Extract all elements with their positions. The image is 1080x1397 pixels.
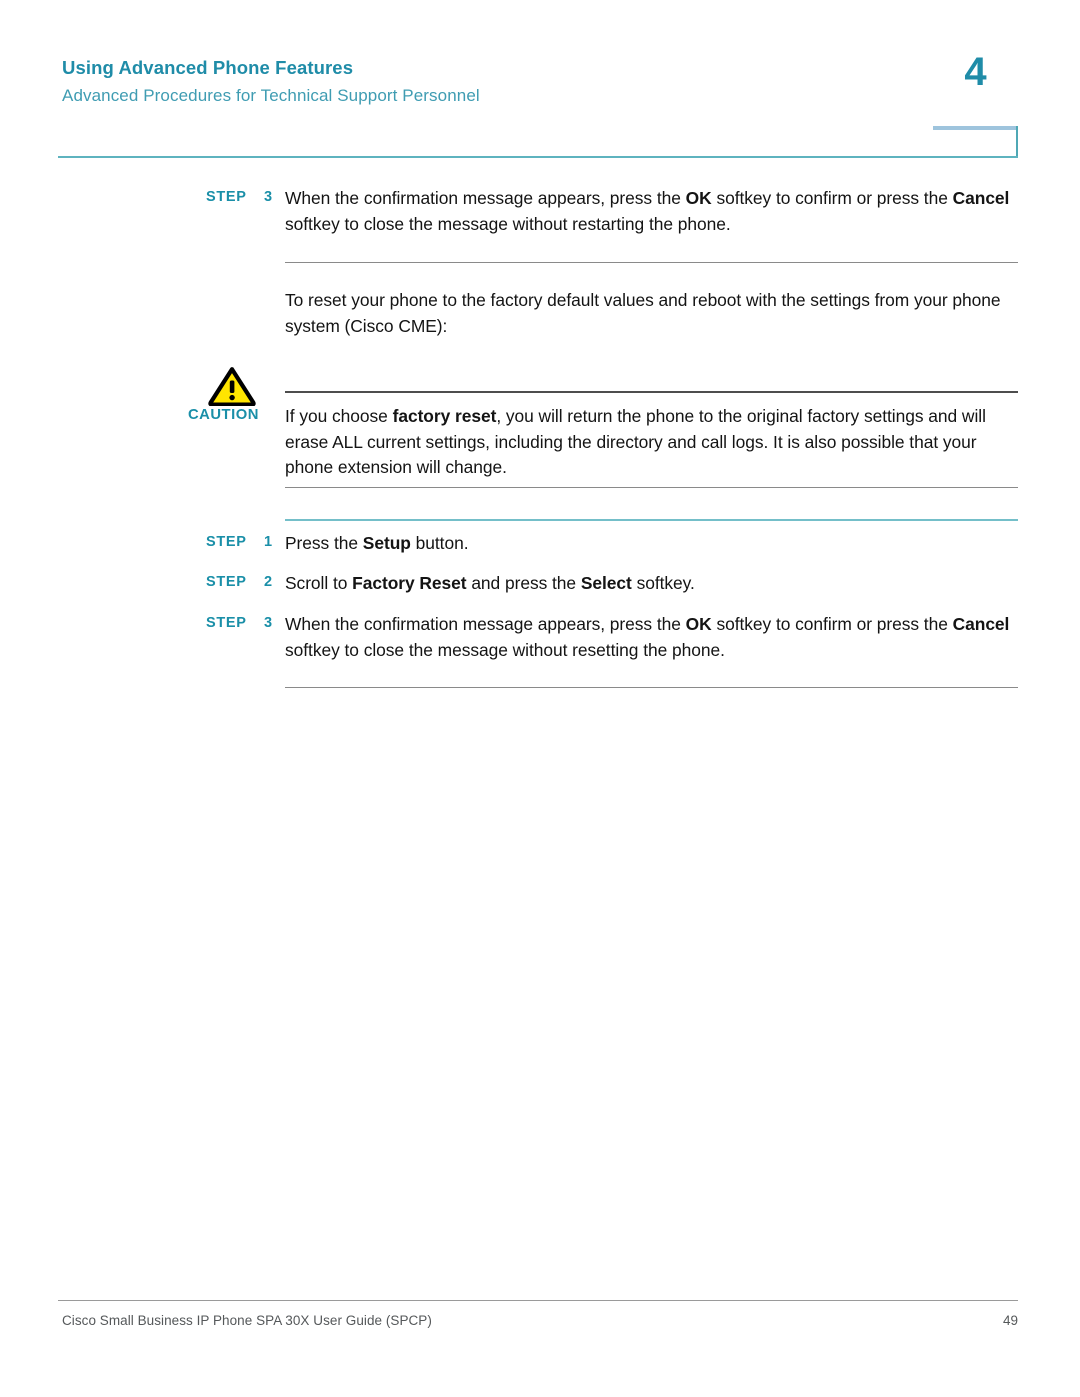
footer-divider	[58, 1300, 1018, 1301]
chapter-number: 4	[964, 50, 987, 94]
divider-after-steps	[285, 687, 1018, 688]
divider-above-steps	[285, 519, 1018, 521]
chapter-box-top-bar	[933, 126, 1018, 130]
step-label: STEP	[206, 189, 247, 205]
page-title: Using Advanced Phone Features	[62, 57, 354, 78]
divider-after-top-step	[285, 262, 1018, 263]
page-header: Using Advanced Phone Features Advanced P…	[0, 0, 1080, 160]
divider-above-caution	[285, 391, 1018, 393]
step-text: When the confirmation message appears, p…	[285, 188, 1010, 234]
step-number: 3	[264, 615, 273, 631]
step-text: Scroll to Factory Reset and press the Se…	[285, 573, 695, 593]
step-label: STEP	[206, 615, 247, 631]
step-label: STEP	[206, 574, 247, 590]
step-number: 3	[264, 189, 273, 205]
caution-text: If you choose factory reset, you will re…	[285, 406, 986, 477]
warning-triangle-icon	[208, 366, 256, 407]
intro-paragraph: To reset your phone to the factory defau…	[285, 290, 1001, 336]
document-page: Using Advanced Phone Features Advanced P…	[0, 0, 1080, 1397]
step-number: 2	[264, 574, 273, 590]
divider-below-caution	[285, 487, 1018, 488]
step-text: Press the Setup button.	[285, 533, 469, 553]
step-label: STEP	[206, 534, 247, 550]
page-subtitle: Advanced Procedures for Technical Suppor…	[62, 86, 480, 105]
header-divider	[58, 156, 1018, 158]
footer-page-number: 49	[1002, 1313, 1018, 1328]
step-number: 1	[264, 534, 273, 550]
caution-label: CAUTION	[188, 407, 259, 423]
chapter-box-right-bar	[1016, 126, 1018, 158]
step-text: When the confirmation message appears, p…	[285, 614, 1010, 660]
